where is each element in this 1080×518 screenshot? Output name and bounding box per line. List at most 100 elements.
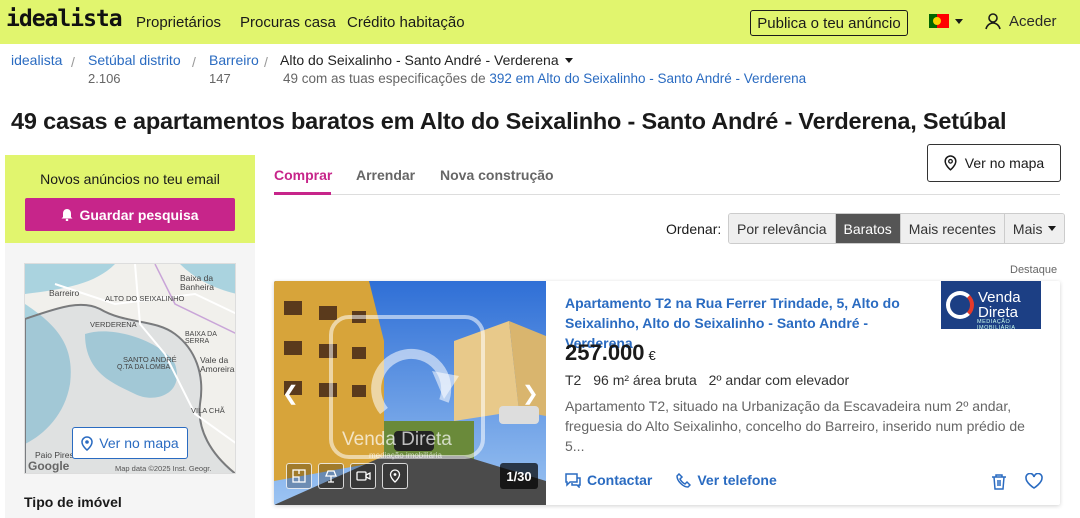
agency-tagline: MEDIAÇÃO IMOBILIÁRIA <box>977 319 1016 331</box>
detail-area: 96 m² área bruta <box>593 372 697 388</box>
login-button[interactable]: Aceder <box>985 13 1057 30</box>
sidebar-map-button-label: Ver no mapa <box>99 435 179 451</box>
property-type-title: Tipo de imóvel <box>24 494 122 510</box>
location-icon[interactable] <box>382 463 408 489</box>
breadcrumb-separator: / <box>192 54 196 70</box>
photo-prev-icon[interactable]: ❮ <box>282 381 299 406</box>
detail-floor: 2º andar com elevador <box>708 372 850 388</box>
photo-counter: 1/30 <box>500 463 538 489</box>
floor-plan-icon[interactable] <box>286 463 312 489</box>
map-label: Vale da Amoreira <box>200 355 235 374</box>
mini-map[interactable]: Barreiro ALTO DO SEIXALINHO Baixa da Ban… <box>24 263 236 474</box>
listing-actions: Contactar Ver telefone <box>565 472 777 488</box>
tab-rent[interactable]: Arrendar <box>356 167 415 183</box>
breadcrumb-separator: / <box>71 54 75 70</box>
sort-more-label: Mais <box>1012 220 1043 237</box>
map-label: ALTO DO SEIXALINHO <box>105 294 185 303</box>
highlight-label: Destaque <box>1010 264 1058 276</box>
breadcrumb-item-idealista[interactable]: idealista <box>11 52 62 68</box>
price-value: 257.000 <box>565 340 645 365</box>
save-search-label: Guardar pesquisa <box>79 206 199 223</box>
view-on-map-label: Ver no mapa <box>964 155 1045 171</box>
heart-icon[interactable] <box>1025 473 1043 489</box>
map-label: BAIXA DA SERRA <box>185 331 217 345</box>
bell-icon <box>61 209 73 221</box>
breadcrumb-count: 147 <box>209 71 231 86</box>
photo-next-icon[interactable]: ❯ <box>522 381 539 406</box>
nav-looking-for-home[interactable]: Procuras casa <box>240 14 336 31</box>
photo-watermark: Venda Direta <box>342 429 452 450</box>
language-selector[interactable] <box>929 14 963 28</box>
show-phone-button[interactable]: Ver telefone <box>676 472 777 488</box>
results-summary-link[interactable]: 392 em Alto do Seixalinho - Santo André … <box>489 71 806 86</box>
sort-more-dropdown[interactable]: Mais <box>1004 214 1065 243</box>
agency-name-line1: Venda <box>978 289 1021 306</box>
agency-logo[interactable]: Venda Direta MEDIAÇÃO IMOBILIÁRIA <box>941 281 1041 331</box>
nav-mortgage[interactable]: Crédito habitação <box>347 14 465 31</box>
map-label: Baixa da Banheira <box>180 273 215 292</box>
listing-icon-actions <box>991 473 1043 490</box>
google-logo: Google <box>28 459 70 473</box>
listing-photo[interactable]: Venda Direta mediação imobiliária ❮ ❯ 1/… <box>274 281 546 505</box>
show-phone-label: Ver telefone <box>697 472 777 488</box>
breadcrumb: idealista / Setúbal distrito 2.106 / Barr… <box>0 44 1080 94</box>
listing-details: T2 96 m² área bruta 2º andar com elevado… <box>565 372 857 388</box>
map-attribution: Map data ©2025 Inst. Geogr. Nacional <box>115 464 212 473</box>
map-label: Q.TA DA LOMBA <box>117 364 171 371</box>
sort-cheapest[interactable]: Baratos <box>835 214 901 243</box>
map-pin-icon <box>944 155 957 171</box>
agency-name-line2: Direta <box>978 304 1019 321</box>
video-icon[interactable] <box>350 463 376 489</box>
login-label: Aceder <box>1009 13 1057 30</box>
sort-options: Por relevância Baratos Mais recentes Mai… <box>728 213 1066 244</box>
media-icons <box>286 463 408 489</box>
lamp-icon[interactable] <box>318 463 344 489</box>
nav-owners[interactable]: Proprietários <box>136 14 221 31</box>
email-alert-title: Novos anúncios no teu email <box>40 171 220 187</box>
breadcrumb-item-setubal[interactable]: Setúbal distrito 2.106 <box>88 52 181 86</box>
map-label: VERDERENA <box>90 320 137 329</box>
publish-listing-button[interactable]: Publica o teu anúncio <box>750 10 908 36</box>
tab-buy[interactable]: Comprar <box>274 167 332 183</box>
sidebar-map-button[interactable]: Ver no mapa <box>72 427 188 459</box>
page-title: 49 casas e apartamentos baratos em Alto … <box>11 108 1007 134</box>
portugal-flag-icon <box>929 14 949 28</box>
breadcrumb-item-barreiro[interactable]: Barreiro 147 <box>209 52 259 86</box>
sort-most-recent[interactable]: Mais recentes <box>900 214 1005 243</box>
contact-label: Contactar <box>587 472 653 488</box>
view-on-map-button[interactable]: Ver no mapa <box>927 144 1061 182</box>
top-header: idealista Proprietários Procuras casa Cr… <box>0 0 1080 44</box>
map-label: SANTO ANDRÉ <box>123 355 177 364</box>
user-icon <box>985 13 1001 30</box>
breadcrumb-separator: / <box>264 54 268 70</box>
breadcrumb-count: 2.106 <box>88 71 121 86</box>
contact-button[interactable]: Contactar <box>565 472 652 488</box>
listing-card[interactable]: Venda Direta mediação imobiliária ❮ ❯ 1/… <box>274 281 1060 505</box>
agency-logo-mark <box>946 291 974 319</box>
chevron-down-icon <box>1048 226 1057 231</box>
listing-price: 257.000 € <box>565 340 656 366</box>
results-summary-text: 49 com as tuas especificações de <box>283 71 486 86</box>
breadcrumb-current-label: Alto do Seixalinho - Santo André - Verde… <box>280 52 559 68</box>
sidebar: Novos anúncios no teu email Guardar pesq… <box>5 155 255 518</box>
detail-typology: T2 <box>565 372 582 388</box>
breadcrumb-current-dropdown[interactable]: Alto do Seixalinho - Santo André - Verde… <box>280 52 573 68</box>
chat-icon <box>565 472 581 488</box>
trash-icon[interactable] <box>991 473 1007 490</box>
active-tab-indicator <box>274 192 331 195</box>
results-summary: 49 com as tuas especificações de 392 em … <box>283 71 806 86</box>
email-alert-box: Novos anúncios no teu email Guardar pesq… <box>5 155 255 243</box>
tab-new-construction[interactable]: Nova construção <box>440 167 554 183</box>
phone-icon <box>676 472 692 488</box>
sort-relevance[interactable]: Por relevância <box>729 214 836 243</box>
idealista-logo[interactable]: idealista <box>6 6 123 32</box>
price-currency: € <box>648 348 656 363</box>
map-label: Barreiro <box>49 288 80 298</box>
save-search-button[interactable]: Guardar pesquisa <box>25 198 235 231</box>
map-label: VILA CHÃ <box>191 406 225 415</box>
chevron-down-icon <box>564 57 573 63</box>
sort-label: Ordenar: <box>666 221 722 237</box>
map-pin-icon <box>81 435 94 451</box>
photo-watermark-sub: mediação imobiliária <box>369 451 442 460</box>
listing-description[interactable]: Apartamento T2, situado na Urbanização d… <box>565 396 1045 456</box>
